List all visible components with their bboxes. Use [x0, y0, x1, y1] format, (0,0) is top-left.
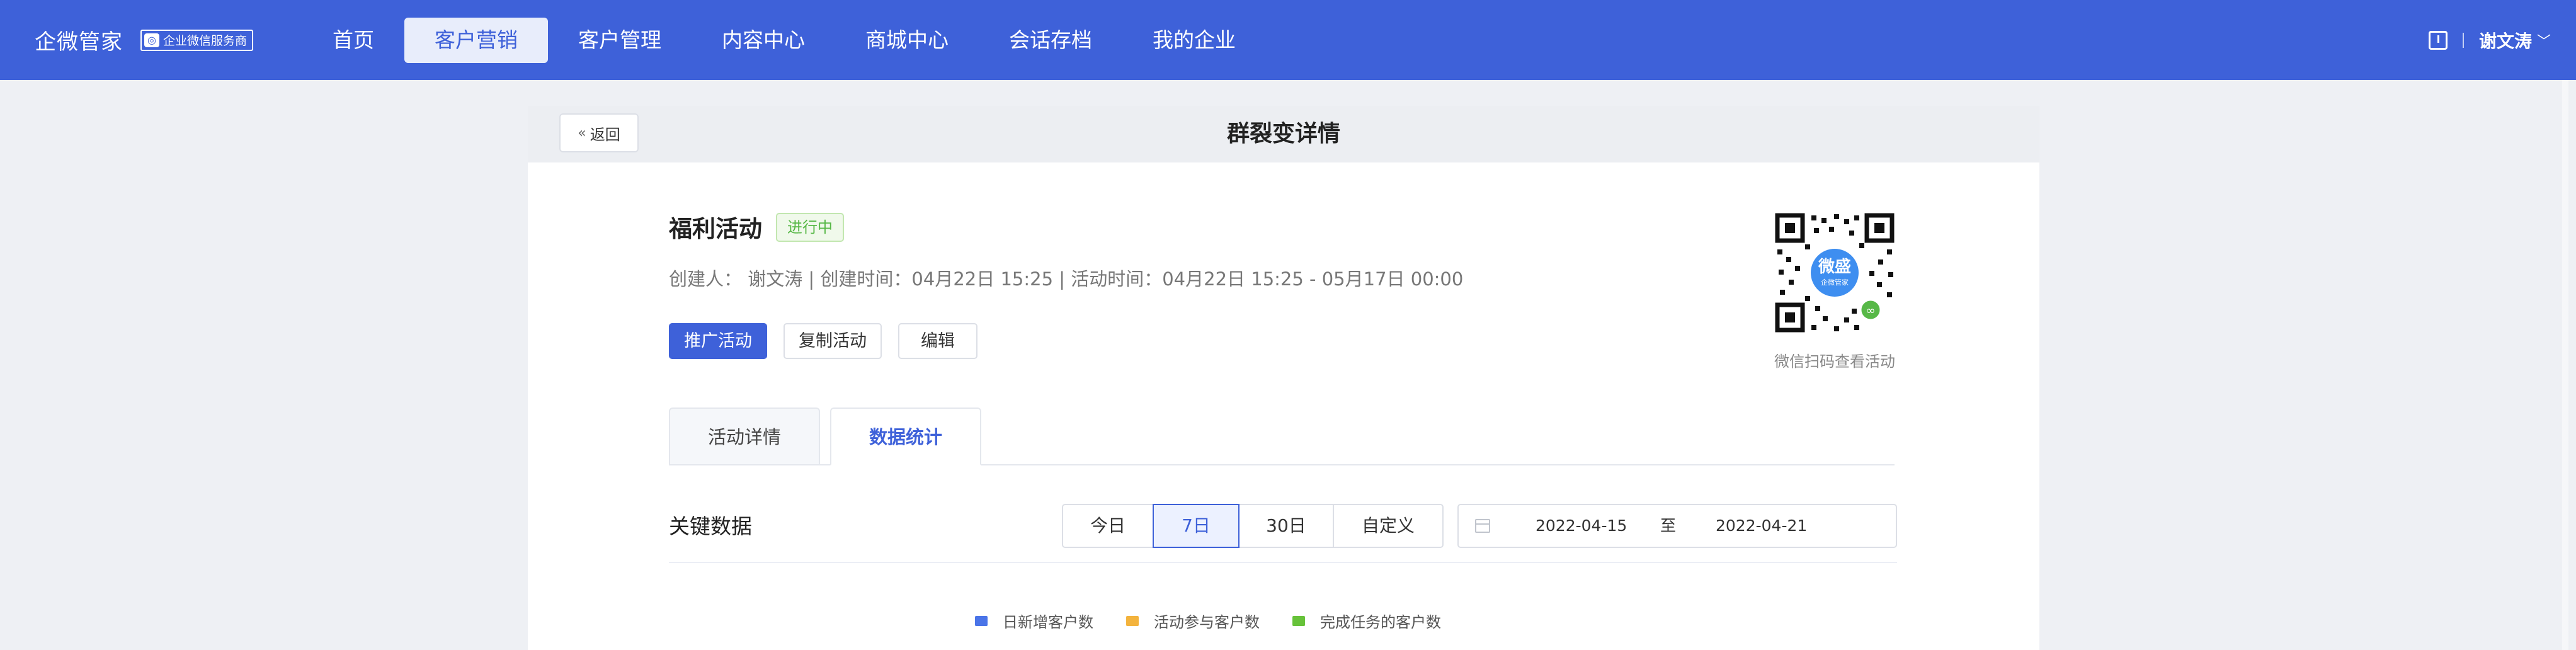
legend-item-participants[interactable]: 活动参与客户数 — [1126, 610, 1260, 632]
activity-meta: 创建人： 谢文涛 | 创建时间：04月22日 15:25 | 活动时间：04月2… — [669, 268, 1464, 290]
top-nav-bar: 企微管家 ◎ 企业微信服务商 首页 客户营销 客户管理 内容中心 商城中心 会话… — [0, 0, 2576, 80]
detail-tabs: 活动详情 数据统计 — [669, 408, 1895, 465]
chat-icon: ◎ — [144, 33, 159, 47]
back-label: 返回 — [590, 125, 620, 144]
tab-data-statistics[interactable]: 数据统计 — [830, 408, 981, 465]
legend-label: 日新增客户数 — [1003, 613, 1093, 631]
copy-button[interactable]: 复制活动 — [784, 323, 882, 359]
user-menu[interactable]: 谢文涛 ﹀ — [2479, 28, 2551, 53]
nav-item-home[interactable]: 首页 — [302, 18, 404, 63]
detail-card: 群裂变详情 « 返回 福利活动 进行中 创建人： 谢文涛 | 创建时间：04月2… — [528, 106, 2039, 650]
link-icon: ∞ — [1866, 304, 1876, 317]
main-nav: 首页 客户营销 客户管理 内容中心 商城中心 会话存档 我的企业 — [302, 18, 1266, 63]
back-button[interactable]: « 返回 — [559, 113, 639, 152]
date-start: 2022-04-15 — [1536, 516, 1627, 535]
tab-activity-detail[interactable]: 活动详情 — [669, 408, 820, 465]
status-badge: 进行中 — [776, 213, 844, 242]
nav-item-customer-marketing[interactable]: 客户营销 — [404, 18, 548, 63]
nav-item-content-center[interactable]: 内容中心 — [692, 18, 835, 63]
nav-item-my-enterprise[interactable]: 我的企业 — [1122, 18, 1266, 63]
key-data-title: 关键数据 — [669, 514, 752, 539]
scrollbar[interactable] — [2562, 80, 2568, 650]
page-title: 群裂变详情 — [1226, 121, 1340, 147]
edit-button[interactable]: 编辑 — [898, 323, 977, 359]
help-doc-icon[interactable] — [2428, 30, 2448, 50]
double-chevron-left-icon: « — [578, 125, 586, 141]
chevron-down-icon: ﹀ — [2536, 33, 2551, 50]
qr-center-subtext: 企微管家 — [1821, 278, 1849, 287]
legend-swatch — [1126, 615, 1139, 626]
range-custom-button[interactable]: 自定义 — [1333, 504, 1444, 548]
date-end: 2022-04-21 — [1716, 516, 1808, 535]
nav-item-mall-center[interactable]: 商城中心 — [835, 18, 979, 63]
range-30d-button[interactable]: 30日 — [1238, 504, 1334, 548]
activity-name: 福利活动 — [669, 215, 762, 242]
nav-item-session-archive[interactable]: 会话存档 — [979, 18, 1122, 63]
range-today-button[interactable]: 今日 — [1062, 504, 1154, 548]
legend-swatch — [975, 615, 988, 626]
legend-label: 活动参与客户数 — [1154, 613, 1260, 631]
date-range-selector: 今日 7日 30日 自定义 — [1062, 504, 1444, 548]
divider — [2462, 32, 2464, 48]
legend-item-completed[interactable]: 完成任务的客户数 — [1292, 610, 1441, 632]
calendar-icon — [1475, 519, 1490, 533]
nav-item-customer-management[interactable]: 客户管理 — [548, 18, 692, 63]
card-header: 群裂变详情 « 返回 — [528, 106, 2039, 162]
badge-label: 企业微信服务商 — [163, 34, 248, 48]
date-range-picker[interactable]: 2022-04-15 至 2022-04-21 — [1457, 504, 1897, 548]
range-7d-button[interactable]: 7日 — [1153, 504, 1240, 548]
date-separator: 至 — [1660, 516, 1677, 535]
qr-center-text: 微盛 — [1818, 257, 1851, 277]
promote-button[interactable]: 推广活动 — [669, 323, 767, 359]
chart-legend: 日新增客户数 活动参与客户数 完成任务的客户数 — [975, 610, 1441, 632]
section-divider — [669, 562, 1897, 563]
legend-swatch — [1292, 615, 1305, 626]
legend-item-new-customers[interactable]: 日新增客户数 — [975, 610, 1093, 632]
brand-name: 企微管家 — [35, 30, 123, 55]
qr-code: 微盛 企微管家 ∞ — [1775, 213, 1895, 333]
service-provider-badge: ◎ 企业微信服务商 — [140, 29, 254, 51]
brand[interactable]: 企微管家 ◎ 企业微信服务商 — [35, 0, 254, 80]
legend-label: 完成任务的客户数 — [1320, 613, 1441, 631]
qr-caption: 微信扫码查看活动 — [1774, 353, 1895, 370]
user-name: 谢文涛 — [2478, 30, 2532, 52]
action-buttons: 推广活动 复制活动 编辑 — [669, 323, 977, 359]
user-area: 谢文涛 ﹀ — [2428, 0, 2551, 80]
